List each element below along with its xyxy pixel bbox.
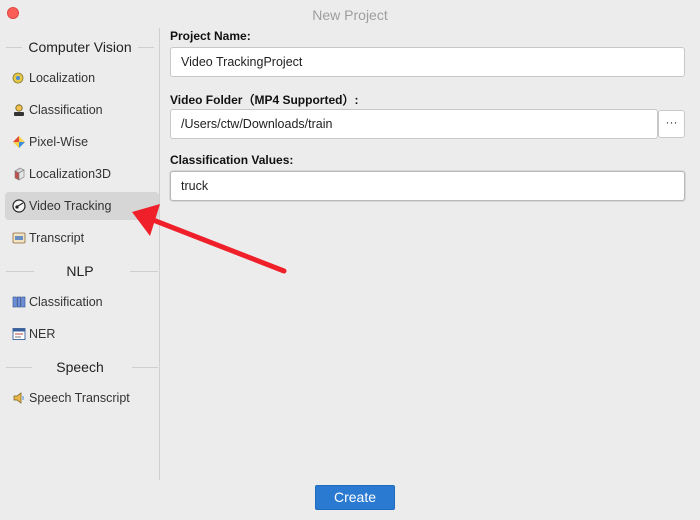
sidebar-item-label: Classification (29, 295, 103, 309)
sidebar-item-nlp-classification[interactable]: Classification (5, 288, 159, 316)
video-tracking-icon (12, 199, 26, 213)
sidebar-item-label: Classification (29, 103, 103, 117)
localization-icon (12, 72, 24, 84)
speech-transcript-icon (13, 392, 24, 404)
sidebar-item-localization[interactable]: Localization (5, 64, 159, 92)
sidebar-item-speech-transcript[interactable]: Speech Transcript (5, 384, 159, 412)
sidebar-item-label: Video Tracking (29, 199, 112, 213)
section-header-nlp: NLP (0, 260, 160, 282)
classification-values-label: Classification Values: (170, 153, 294, 167)
sidebar-item-localization3d[interactable]: Localization3D (5, 160, 159, 188)
classification-values-input[interactable] (170, 171, 685, 201)
window-title: New Project (312, 7, 388, 23)
pixel-wise-icon (13, 136, 25, 148)
sidebar-item-label: Transcript (29, 231, 85, 245)
sidebar-item-ner[interactable]: NER (5, 320, 159, 348)
section-title: NLP (60, 263, 100, 279)
video-folder-input[interactable] (170, 109, 658, 139)
ner-icon (12, 328, 26, 340)
sidebar-item-label: NER (29, 327, 56, 341)
sidebar-item-pixel-wise[interactable]: Pixel-Wise (5, 128, 159, 156)
section-title: Speech (50, 359, 110, 375)
sidebar-item-label: Localization3D (29, 167, 111, 181)
sidebar-item-label: Speech Transcript (29, 391, 130, 405)
project-form: Project Name: Video Folder（MP4 Supported… (170, 28, 686, 478)
project-type-sidebar: Computer Vision Localization Classificat… (0, 28, 160, 480)
section-title: Computer Vision (22, 39, 138, 55)
classification-icon (14, 104, 24, 116)
sidebar-item-classification[interactable]: Classification (5, 96, 159, 124)
project-name-input[interactable] (170, 47, 685, 77)
create-button[interactable]: Create (315, 485, 395, 510)
section-header-speech: Speech (0, 356, 160, 378)
browse-folder-button[interactable]: ··· (658, 110, 685, 138)
sidebar-item-video-tracking[interactable]: Video Tracking (5, 192, 159, 220)
transcript-icon (12, 232, 26, 244)
sidebar-item-label: Localization (29, 71, 96, 85)
section-header-computer-vision: Computer Vision (0, 36, 160, 58)
sidebar-item-label: Pixel-Wise (29, 135, 89, 149)
project-name-label: Project Name: (170, 29, 251, 43)
sidebar-item-transcript[interactable]: Transcript (5, 224, 159, 252)
text-classification-icon (12, 296, 26, 308)
video-folder-label: Video Folder（MP4 Supported）: (170, 93, 359, 107)
title-bar: New Project (0, 0, 700, 28)
localization3d-icon (14, 167, 25, 181)
